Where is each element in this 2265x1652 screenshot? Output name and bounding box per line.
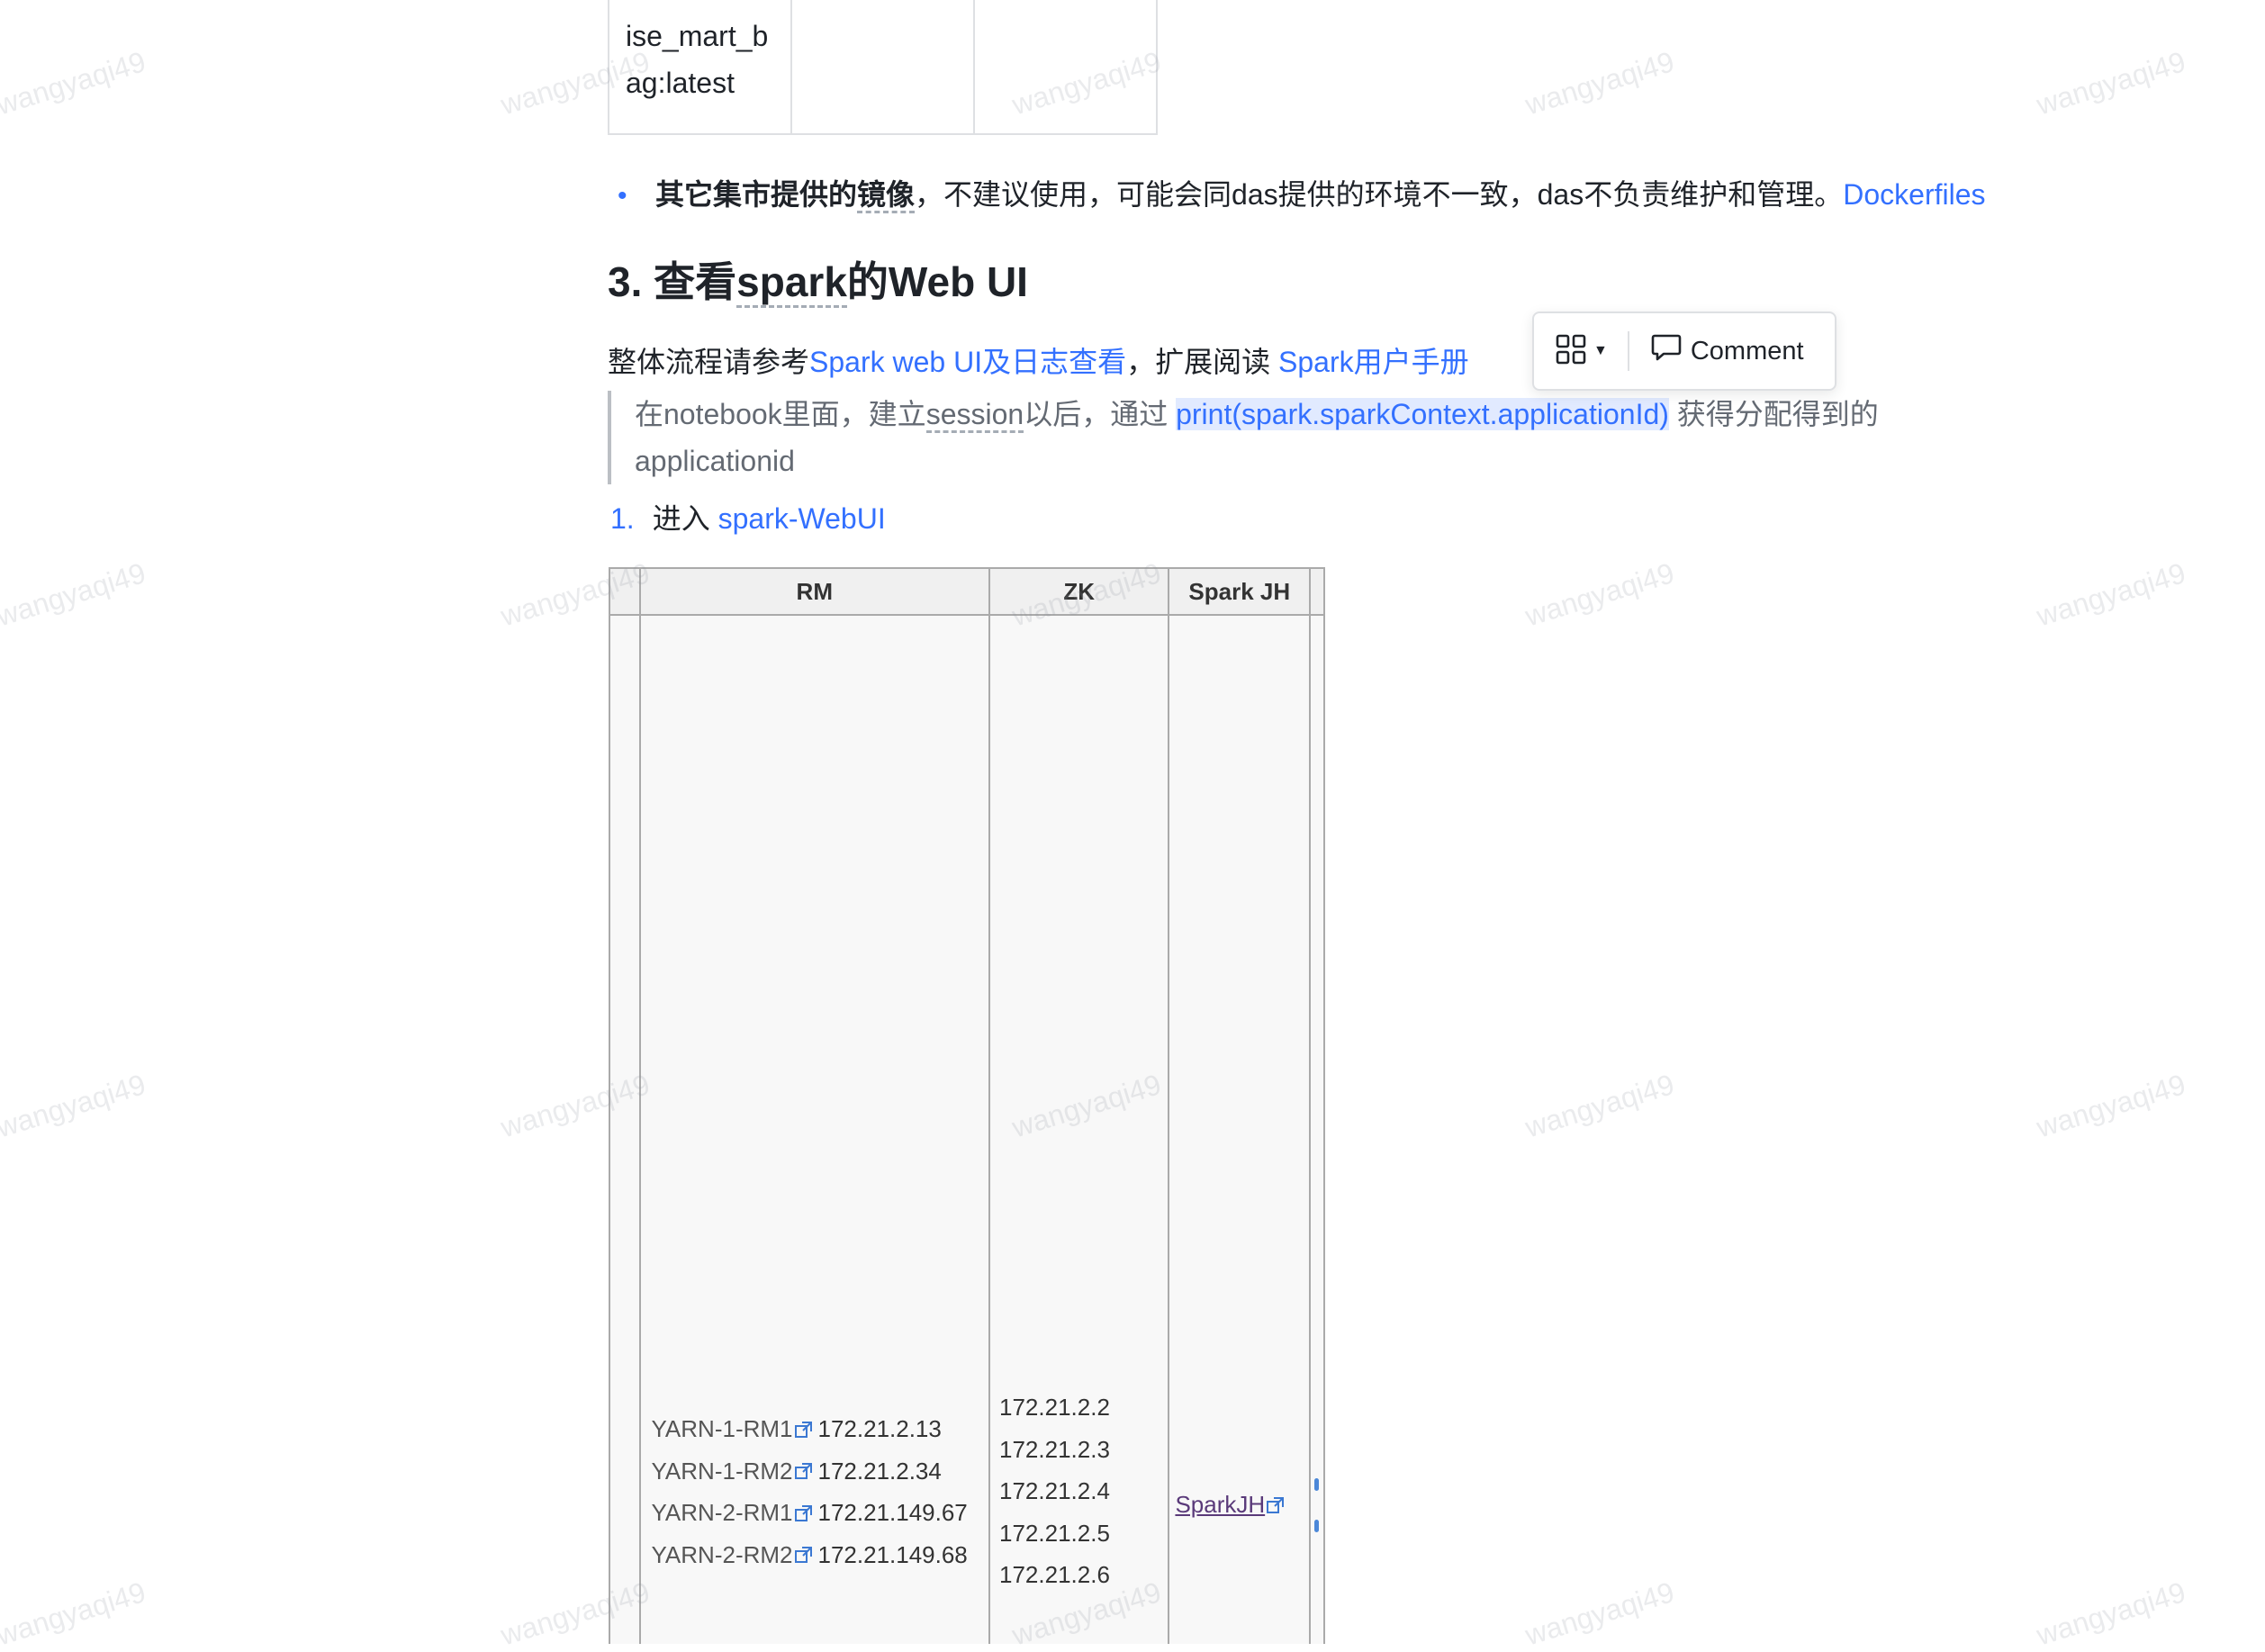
watermark-text: wangyaqi49: [2033, 556, 2189, 633]
bullet-text: ，不建议使用，可能会同das提供的环境不一致，das不负责维护和管理。: [915, 178, 1844, 211]
heading-spark[interactable]: spark: [736, 258, 847, 308]
ordered-list-item: 1. 进入 spark-WebUI: [610, 495, 886, 542]
cluster-table: RM ZK Spark JH YARN-1-RM1 172.21.2.13 YAR…: [609, 567, 1325, 1644]
table-cell-empty[interactable]: [790, 0, 975, 135]
quote-line-2: applicationid: [635, 445, 795, 477]
zk-ip: 172.21.2.3: [999, 1435, 1110, 1463]
watermark-text: wangyaqi49: [1521, 1068, 1678, 1144]
watermark-text: wangyaqi49: [1521, 1575, 1678, 1652]
quote-block: 在notebook里面，建立session以后，通过 print(spark.s…: [608, 391, 1985, 484]
cell-zk: 172.21.2.2 172.21.2.3 172.21.2.4 172.21.…: [988, 614, 1170, 1644]
blocks-menu-button[interactable]: ▼: [1534, 313, 1628, 389]
table-cell-image-name[interactable]: om:5000/w ise_mart_b ag:latest: [608, 0, 792, 135]
document-page: om:5000/w ise_mart_b ag:latest • 其它集市提供的镜…: [0, 0, 2265, 1651]
cell-blank: [609, 614, 641, 1644]
rm-ip: 172.21.149.68: [817, 1540, 968, 1568]
rm-ip: 172.21.2.34: [817, 1457, 942, 1485]
image-table-fragment: om:5000/w ise_mart_b ag:latest: [608, 0, 1158, 135]
floating-toolbar: ▼ Comment: [1532, 311, 1836, 391]
rm-ip: 172.21.2.13: [817, 1415, 942, 1442]
rm-row: YARN-1-RM1 172.21.2.13: [652, 1408, 968, 1450]
quote-text-3: 获得分配得到的: [1668, 398, 1879, 430]
spark-webui-link[interactable]: spark-WebUI: [718, 502, 886, 535]
external-link-icon: [1267, 1493, 1285, 1521]
rm-list: YARN-1-RM1 172.21.2.13 YARN-1-RM2 172.21.2…: [652, 1408, 968, 1575]
inline-code[interactable]: print(spark.sparkContext.applicationId): [1176, 398, 1669, 430]
zk-ip: 172.21.2.4: [999, 1477, 1110, 1504]
rm-link[interactable]: YARN-2-RM2: [652, 1541, 793, 1568]
zk-ip: 172.21.2.5: [999, 1519, 1110, 1547]
rm-link[interactable]: YARN-2-RM1: [652, 1499, 793, 1526]
list-text: 进入: [652, 502, 718, 535]
watermark-text: wangyaqi49: [2033, 45, 2189, 122]
comment-label: Comment: [1690, 336, 1804, 366]
embedded-image[interactable]: RM ZK Spark JH YARN-1-RM1 172.21.2.13 YAR…: [609, 567, 1325, 1644]
watermark-text: wangyaqi49: [0, 1575, 149, 1652]
rm-link[interactable]: YARN-1-RM1: [652, 1415, 793, 1442]
col-header-blank: [609, 567, 641, 616]
zk-ip: 172.21.2.6: [999, 1561, 1110, 1588]
heading-suffix: 的Web UI: [846, 258, 1028, 305]
watermark-text: wangyaqi49: [0, 45, 149, 122]
col-header-spark-jh: Spark JH: [1168, 567, 1312, 616]
quote-session[interactable]: session: [925, 398, 1024, 433]
watermark-text: wangyaqi49: [1521, 45, 1678, 122]
comment-icon: [1651, 333, 1691, 369]
col-header-rm: RM: [638, 567, 991, 616]
table-cell-empty[interactable]: [973, 0, 1158, 135]
external-link-icon: [794, 1410, 813, 1452]
external-link-icon: [794, 1451, 813, 1494]
cell-rm: YARN-1-RM1 172.21.2.13 YARN-1-RM2 172.21.2…: [638, 614, 991, 1644]
spark-jh-link[interactable]: SparkJH: [1175, 1491, 1265, 1518]
comment-button[interactable]: Comment: [1629, 313, 1826, 389]
rm-link[interactable]: YARN-1-RM2: [652, 1458, 793, 1485]
bullet-dot: •: [618, 181, 627, 211]
section-heading: 3. 查看spark的Web UI: [608, 254, 1028, 310]
blocks-icon: [1556, 334, 1586, 369]
bullet-bold-dashed[interactable]: 镜像: [857, 178, 916, 213]
watermark-text: wangyaqi49: [2033, 1575, 2189, 1652]
external-link-icon: [794, 1494, 813, 1536]
bullet-list-item: • 其它集市提供的镜像，不建议使用，可能会同das提供的环境不一致，das不负责维…: [618, 171, 1986, 220]
para-text-2: ，扩展阅读: [1126, 346, 1279, 378]
quote-line-1: 在notebook里面，建立session以后，通过 print(spark.s…: [635, 391, 1985, 438]
rm-row: YARN-1-RM2 172.21.2.34: [652, 1450, 968, 1493]
list-number: 1.: [610, 502, 635, 535]
watermark-text: wangyaqi49: [2033, 1068, 2189, 1144]
watermark-text: wangyaqi49: [0, 1068, 149, 1144]
cut-off-mark: [1314, 1520, 1320, 1532]
cell-cut: [1309, 614, 1325, 1644]
rm-row: YARN-2-RM2 172.21.149.68: [652, 1534, 968, 1576]
cell-spark-jh: SparkJH: [1168, 614, 1312, 1644]
quote-text: 在notebook里面，建立: [635, 398, 926, 430]
image-name-text: om:5000/w ise_mart_b ag:latest: [626, 0, 769, 99]
para-text: 整体流程请参考: [608, 346, 810, 378]
col-header-cut: [1309, 567, 1325, 616]
rm-ip: 172.21.149.67: [817, 1499, 968, 1526]
zk-list: 172.21.2.2 172.21.2.3 172.21.2.4 172.21.…: [999, 1386, 1110, 1596]
quote-text-2: 以后，通过: [1024, 398, 1177, 430]
zk-ip: 172.21.2.2: [999, 1394, 1110, 1421]
caret-down-icon: ▼: [1593, 343, 1608, 358]
spark-webui-log-link[interactable]: Spark web UI及日志查看: [809, 346, 1126, 378]
bullet-bold-text: 其它集市提供的: [655, 178, 858, 211]
spark-manual-link[interactable]: Spark用户手册: [1278, 346, 1469, 378]
col-header-zk: ZK: [988, 567, 1170, 616]
heading-prefix: 3. 查看: [608, 258, 737, 305]
rm-row: YARN-2-RM1 172.21.149.67: [652, 1492, 968, 1534]
spark-jh-cell: SparkJH: [1175, 1491, 1290, 1521]
watermark-text: wangyaqi49: [1521, 556, 1678, 633]
cut-off-mark: [1314, 1478, 1320, 1491]
watermark-text: wangyaqi49: [0, 556, 149, 633]
external-link-icon: [794, 1535, 813, 1577]
process-paragraph: 整体流程请参考Spark web UI及日志查看，扩展阅读 Spark用户手册: [608, 339, 1469, 385]
dockerfiles-link[interactable]: Dockerfiles: [1843, 178, 1985, 211]
